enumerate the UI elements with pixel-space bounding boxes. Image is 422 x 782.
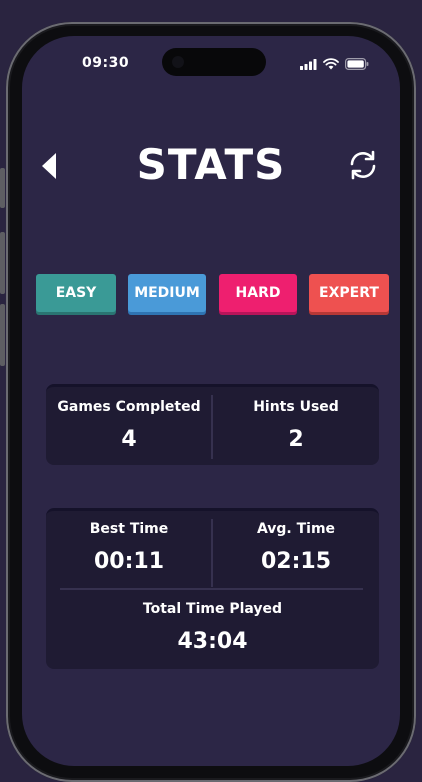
status-time: 09:30: [82, 55, 130, 71]
stats-card-games: Games Completed 4 Hints Used 2: [46, 384, 379, 465]
battery-icon: [345, 58, 369, 70]
best-time-value: 00:11: [93, 549, 165, 574]
hints-used-stat: Hints Used 2: [213, 399, 379, 452]
side-button-volume-up: [0, 232, 5, 294]
refresh-icon: [350, 150, 376, 180]
total-time-stat: Total Time Played 43:04: [46, 601, 379, 654]
total-time-value: 43:04: [177, 629, 248, 654]
best-time-stat: Best Time 00:11: [46, 521, 212, 574]
card-divider: [60, 588, 363, 590]
total-time-label: Total Time Played: [142, 601, 283, 617]
hints-used-value: 2: [288, 427, 304, 452]
dynamic-island: [162, 48, 266, 76]
games-completed-stat: Games Completed 4: [46, 399, 212, 452]
tab-expert[interactable]: EXPERT: [309, 274, 389, 312]
stats-card-times: Best Time 00:11 Avg. Time 02:15 Total Ti…: [46, 508, 379, 669]
avg-time-stat: Avg. Time 02:15: [213, 521, 379, 574]
tab-medium[interactable]: MEDIUM: [128, 274, 206, 312]
refresh-button[interactable]: [346, 148, 380, 182]
side-button-volume-down: [0, 304, 5, 366]
games-completed-label: Games Completed: [57, 399, 201, 415]
games-completed-value: 4: [121, 427, 137, 452]
avg-time-label: Avg. Time: [256, 521, 336, 537]
best-time-label: Best Time: [89, 521, 169, 537]
wifi-icon: [323, 58, 339, 70]
status-icons: [300, 57, 369, 71]
front-camera: [172, 56, 184, 68]
cellular-signal-icon: [300, 58, 317, 70]
avg-time-value: 02:15: [260, 549, 332, 574]
hints-used-label: Hints Used: [253, 399, 339, 415]
tab-easy[interactable]: EASY: [36, 274, 116, 312]
tab-hard[interactable]: HARD: [219, 274, 297, 312]
